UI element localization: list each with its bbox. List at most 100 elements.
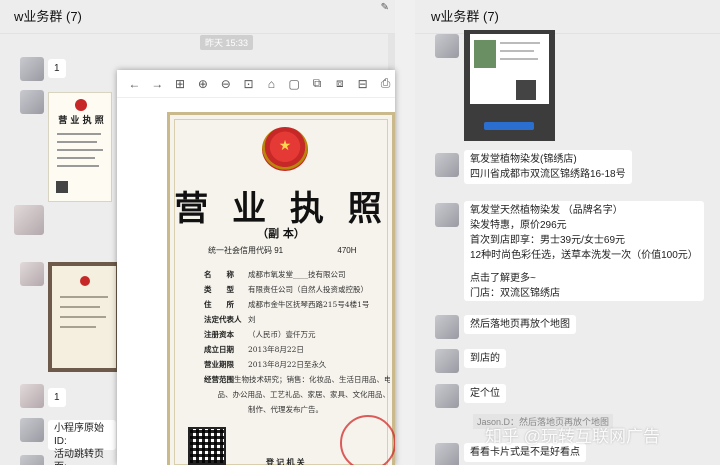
field-value: 生物技术研究；销售：化妆品、生活日用品、电子产: [234, 375, 390, 384]
field-row: 成立日期 2013年8月22日: [204, 342, 390, 357]
field-row: 经营范围 生物技术研究；销售：化妆品、生活日用品、电子产: [204, 372, 390, 387]
text-line: [500, 42, 540, 44]
credit-code-tail: 470H: [337, 246, 357, 255]
field-row: 住 所 成都市金牛区抚琴西路215号4楼1号: [204, 297, 390, 312]
business-license-image: 营 业 执 照 （副 本） 统一社会信用代码 91 470H 名 称 成都市氧发堂…: [167, 112, 395, 465]
timestamp: 昨天 15:33: [200, 35, 254, 50]
avatar[interactable]: [20, 57, 44, 81]
text-line: [60, 326, 96, 328]
grid-icon[interactable]: ⊞: [171, 74, 190, 94]
screenshot-card: [470, 34, 549, 104]
avatar[interactable]: [20, 418, 44, 442]
credit-code-value: 91: [274, 246, 284, 255]
avatar[interactable]: [435, 443, 459, 465]
field-value: （人民币）壹仟万元: [248, 330, 316, 339]
emblem-icon: [80, 276, 90, 286]
field-value: 制作、代理发布广告。: [248, 405, 323, 414]
national-emblem-icon: [262, 127, 308, 171]
field-value: 2013年8月22日: [248, 345, 304, 354]
avatar[interactable]: [20, 384, 44, 408]
field-value: 成都市氧发堂____技有限公司: [248, 270, 346, 279]
save-icon[interactable]: ⎙: [376, 74, 395, 94]
image-viewer: ← → ⊞ ⊕ ⊖ ⊡ ⌂ ▢ ⧉ ⧈ ⊟ ⎙ 营 业 执 照 （副 本） 统一…: [117, 70, 395, 465]
avatar[interactable]: [20, 262, 44, 286]
credit-code-row: 统一社会信用代码 91 470H: [208, 245, 357, 256]
text-line: [500, 50, 534, 52]
rotate-icon[interactable]: ⌂: [262, 74, 281, 94]
avatar[interactable]: [20, 455, 44, 465]
right-chat-window: w业务群 (7) 氧发堂植物染发(锦绣店) 四川省成都市双流区锦绣路16-18号…: [415, 0, 720, 465]
framed-license-paper: [52, 266, 116, 368]
edit-icon[interactable]: ⊟: [353, 74, 372, 94]
message-line: 首次到店即享：男士39元/女士69元: [470, 235, 626, 246]
location-card[interactable]: 氧发堂植物染发(锦绣店) 四川省成都市双流区锦绣路16-18号: [464, 150, 632, 184]
message-bubble: 小程序原始ID: 活动跳转页面:: [48, 420, 116, 465]
emblem-icon: [75, 99, 87, 111]
message-bubble: 1: [48, 388, 66, 407]
field-value: 2013年8月22日至永久: [248, 360, 327, 369]
avatar[interactable]: [435, 203, 459, 227]
message-bubble: 然后落地页再放个地图: [464, 315, 576, 334]
copy-icon[interactable]: ⧉: [308, 74, 327, 94]
text-line: [60, 306, 100, 308]
avatar[interactable]: [20, 90, 44, 114]
license-thumbnail[interactable]: 营 业 执 照: [48, 92, 112, 202]
credit-code-label: 统一社会信用代码: [208, 246, 272, 255]
field-value: 刘: [248, 315, 256, 324]
chat-title: w业务群 (7): [0, 0, 395, 34]
avatar[interactable]: [435, 349, 459, 373]
message-bubble: 氧发堂天然植物染发 （品牌名字） 染发特惠，原价296元 首次到店即享：男士39…: [464, 201, 704, 301]
avatar[interactable]: [435, 315, 459, 339]
message-line: 染发特惠，原价296元: [470, 220, 567, 231]
certificate-subtitle: （副 本）: [257, 227, 305, 240]
text-line: [60, 316, 106, 318]
collection-icon[interactable]: ⧈: [330, 74, 349, 94]
message-bubble: 到店的: [464, 349, 506, 368]
text-line: [57, 157, 95, 159]
field-key: 类 型: [204, 285, 234, 294]
field-key: 名 称: [204, 270, 234, 279]
field-key: 注册资本: [204, 330, 234, 339]
message-bubble: 定个位: [464, 384, 506, 403]
text-line: [57, 165, 99, 167]
screenshot-button: [484, 122, 534, 130]
message-line: 点击了解更多~: [470, 273, 536, 284]
avatar[interactable]: [14, 205, 44, 235]
shared-screenshot[interactable]: [464, 30, 555, 141]
watermark: 知乎 @玩转互联网广告: [485, 427, 660, 446]
next-icon[interactable]: →: [148, 74, 167, 94]
field-row: 营业期限 2013年8月22日至永久: [204, 357, 390, 372]
issuer-label: 登 记 机 关: [266, 458, 305, 465]
field-row: 注册资本 （人民币）壹仟万元: [204, 327, 390, 342]
crop-icon[interactable]: ▢: [285, 74, 304, 94]
certificate-title: 营 业 执 照: [174, 189, 388, 229]
prev-icon[interactable]: ←: [125, 74, 144, 94]
message-line: [470, 263, 698, 271]
zoom-out-icon[interactable]: ⊖: [216, 74, 235, 94]
text-line: [57, 149, 103, 151]
text-line: [57, 141, 97, 143]
official-seal-icon: [340, 415, 395, 465]
message-line: 氧发堂天然植物染发 （品牌名字）: [470, 205, 623, 216]
field-value: 品、办公用品、工艺礼品、家居、家具、文化用品、: [217, 390, 391, 399]
zoom-in-icon[interactable]: ⊕: [193, 74, 212, 94]
certificate-fields: 名 称 成都市氧发堂____技有限公司 类 型 有限责任公司（自然人投资或控股） 住…: [204, 267, 390, 417]
viewer-toolbar: ← → ⊞ ⊕ ⊖ ⊡ ⌂ ▢ ⧉ ⧈ ⊟ ⎙: [117, 70, 395, 98]
avatar[interactable]: [435, 34, 459, 58]
text-line: [500, 58, 538, 60]
qr-code-icon: [56, 181, 68, 193]
field-key: 经营范围: [204, 375, 234, 384]
pin-icon[interactable]: ✎: [381, 2, 389, 13]
text-line: [57, 133, 101, 135]
product-image: [474, 40, 496, 68]
chat-title: w业务群 (7): [415, 0, 720, 34]
field-value: 有限责任公司（自然人投资或控股）: [248, 285, 368, 294]
message-bubble: 1: [48, 59, 66, 78]
framed-license-thumbnail[interactable]: [48, 262, 120, 372]
avatar[interactable]: [435, 384, 459, 408]
field-key: 成立日期: [204, 345, 234, 354]
avatar[interactable]: [435, 153, 459, 177]
thumbnail-title: 营 业 执 照: [58, 116, 104, 126]
field-row: 品、办公用品、工艺礼品、家居、家具、文化用品、: [204, 387, 391, 402]
actual-size-icon[interactable]: ⊡: [239, 74, 258, 94]
